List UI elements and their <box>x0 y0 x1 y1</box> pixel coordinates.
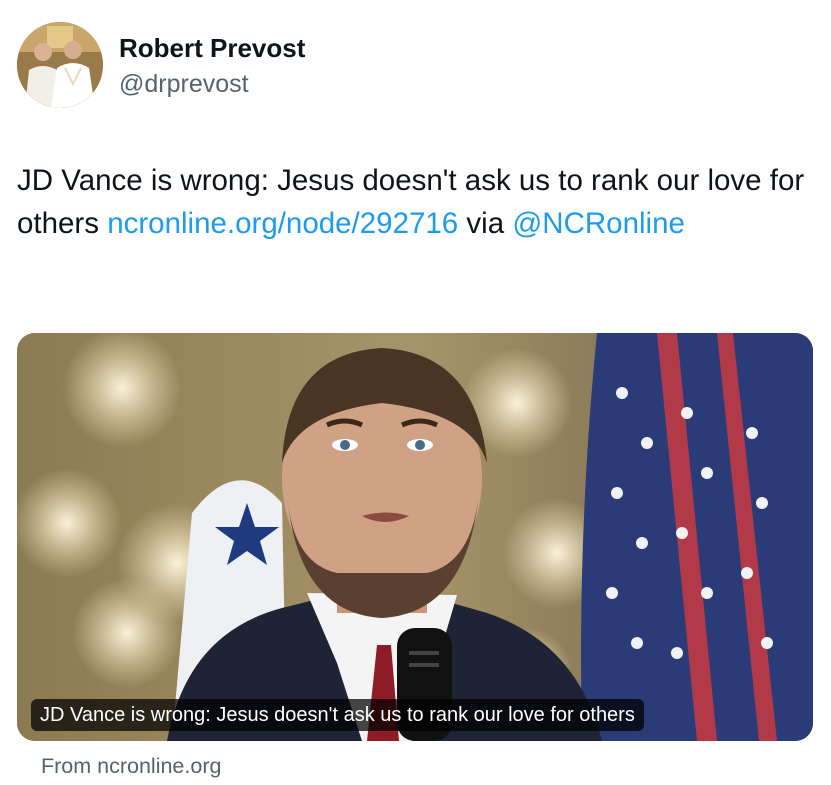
tweet-text: JD Vance is wrong: Jesus doesn't ask us … <box>17 159 817 245</box>
profile-photo-icon <box>17 22 103 108</box>
tweet-text-via: via <box>458 207 513 240</box>
tweet-link[interactable]: ncronline.org/node/292716 <box>107 207 458 240</box>
avatar[interactable] <box>17 22 103 108</box>
card-caption: JD Vance is wrong: Jesus doesn't ask us … <box>31 699 644 731</box>
card-source[interactable]: From ncronline.org <box>41 752 221 780</box>
link-preview-card[interactable]: JD Vance is wrong: Jesus doesn't ask us … <box>17 333 813 741</box>
author-display-name[interactable]: Robert Prevost <box>119 32 305 64</box>
tweet-mention[interactable]: @NCRonline <box>512 207 685 240</box>
article-photo-icon <box>17 333 813 741</box>
author-handle[interactable]: @drprevost <box>119 68 249 100</box>
